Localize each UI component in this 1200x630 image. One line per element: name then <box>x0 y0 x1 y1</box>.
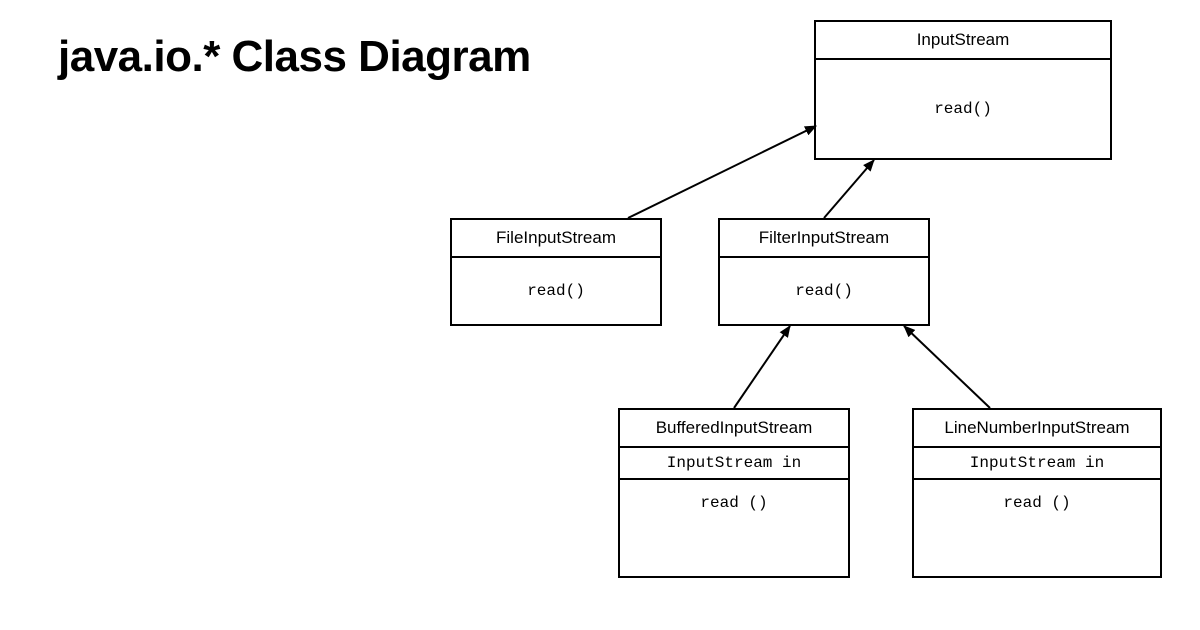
class-linenumberinputstream: LineNumberInputStream InputStream in rea… <box>912 408 1162 578</box>
class-method-label: read() <box>720 258 928 324</box>
class-bufferedinputstream: BufferedInputStream InputStream in read … <box>618 408 850 578</box>
class-inputstream: InputStream read() <box>814 20 1112 160</box>
class-name-label: BufferedInputStream <box>620 410 848 448</box>
class-name-label: LineNumberInputStream <box>914 410 1160 448</box>
class-method-label: read () <box>914 480 1160 576</box>
class-method-label: read() <box>452 258 660 324</box>
class-name-label: FileInputStream <box>452 220 660 258</box>
class-filterinputstream: FilterInputStream read() <box>718 218 930 326</box>
class-attr-label: InputStream in <box>620 448 848 480</box>
class-name-label: InputStream <box>816 22 1110 60</box>
class-attr-label: InputStream in <box>914 448 1160 480</box>
page-title: java.io.* Class Diagram <box>58 32 531 82</box>
class-fileinputstream: FileInputStream read() <box>450 218 662 326</box>
class-method-label: read() <box>816 60 1110 158</box>
class-method-label: read () <box>620 480 848 576</box>
class-name-label: FilterInputStream <box>720 220 928 258</box>
